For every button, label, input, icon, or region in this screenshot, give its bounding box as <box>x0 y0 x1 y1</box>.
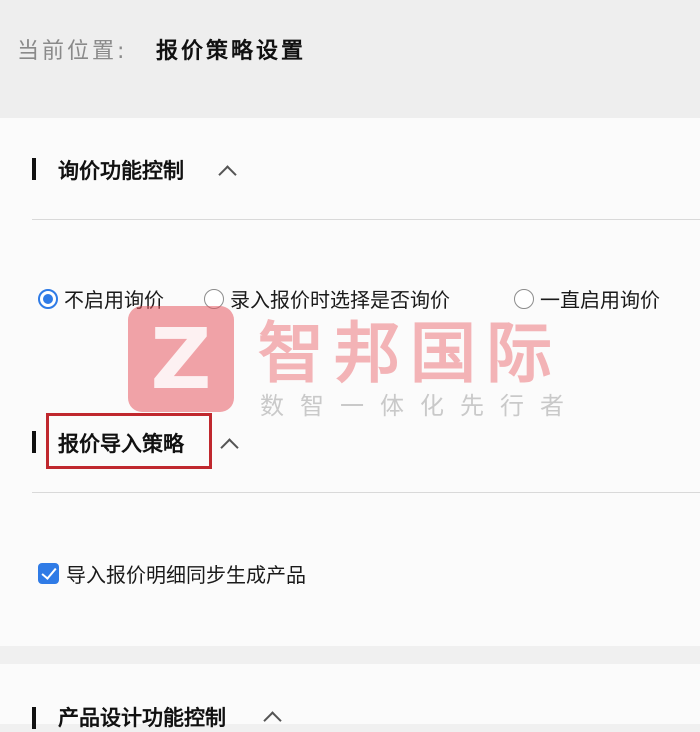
sync-product-checkbox[interactable]: 导入报价明细同步生成产品 <box>38 559 306 588</box>
watermark-logo: Z <box>128 306 234 412</box>
watermark-title: 智邦国际 <box>258 315 562 392</box>
checkbox-label: 导入报价明细同步生成产品 <box>66 563 306 587</box>
section-marker <box>32 431 36 453</box>
radio-button[interactable] <box>38 288 58 309</box>
divider <box>32 492 700 493</box>
breadcrumb-label: 当前位置: <box>17 39 128 64</box>
page-title: 报价策略设置 <box>156 39 307 64</box>
section-title-inquiry: 询价功能控制 <box>58 159 184 183</box>
breadcrumb-bar: 当前位置: 报价策略设置 <box>0 0 700 118</box>
section-marker <box>32 707 36 729</box>
highlight-annotation <box>46 413 212 469</box>
watermark-subtitle: 数智一体化先行者 <box>260 392 580 420</box>
divider <box>32 219 700 220</box>
checkbox[interactable] <box>38 563 59 584</box>
section-title-product-design: 产品设计功能控制 <box>58 706 226 730</box>
watermark-logo-letter: Z <box>150 310 212 408</box>
section-marker <box>32 158 36 180</box>
